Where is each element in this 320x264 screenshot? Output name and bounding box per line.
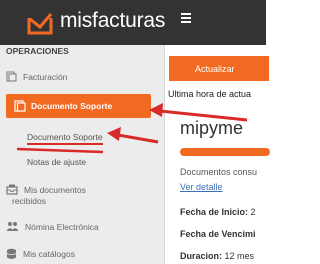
sidebar-item-documento-soporte[interactable]: Documento Soporte: [6, 94, 151, 118]
menu-icon[interactable]: [181, 13, 193, 25]
documents-consumed-label: Documentos consu: [180, 167, 258, 177]
sidebar-item-label: Documento Soporte: [31, 101, 113, 111]
start-date: Fecha de Inicio: 2: [180, 207, 256, 217]
duration-value: 12 mes: [224, 251, 255, 261]
sidebar-item-label: Mis documentos: [24, 184, 86, 195]
top-bar: misfacturas: [0, 0, 266, 45]
section-title-operaciones: OPERACIONES: [6, 46, 69, 56]
inbox-icon: [6, 184, 18, 195]
database-icon: [6, 248, 17, 259]
sidebar-item-mis-catalogos[interactable]: Mis catálogos: [6, 248, 75, 260]
sidebar-item-label: Nómina Electrónica: [25, 221, 99, 232]
users-icon: [6, 222, 19, 231]
invoice-icon: [6, 71, 17, 82]
sidebar-item-facturacion[interactable]: Facturación: [6, 71, 67, 82]
main-content: Actualizar Ultima hora de actua mipyme D…: [166, 45, 270, 264]
document-icon: [14, 100, 26, 112]
start-date-label: Fecha de Inicio:: [180, 207, 249, 217]
start-date-value: 2: [250, 207, 256, 217]
brand-name[interactable]: misfacturas: [60, 7, 165, 35]
sidebar-item-label: Facturación: [23, 71, 68, 82]
sidebar: OPERACIONES Facturación Documento Soport…: [0, 45, 165, 264]
sidebar-subitem-documento-soporte[interactable]: Documento Soporte: [27, 132, 103, 145]
sidebar-item-label-continued: recibidos: [12, 196, 47, 206]
sidebar-item-label: Mis catálogos: [23, 249, 75, 259]
last-update-label: Ultima hora de actua: [168, 89, 252, 99]
sidebar-subitem-notas-de-ajuste[interactable]: Notas de ajuste: [27, 157, 86, 167]
update-button[interactable]: Actualizar: [169, 56, 269, 81]
end-date-label: Fecha de Vencimi: [180, 229, 256, 239]
envelope-check-icon: [27, 13, 53, 35]
view-detail-link[interactable]: Ver detalle: [180, 182, 223, 192]
sidebar-item-nomina-electronica[interactable]: Nómina Electrónica: [6, 221, 99, 232]
duration: Duracion: 12 mes: [180, 251, 254, 261]
sidebar-item-mis-documentos[interactable]: Mis documentos: [6, 184, 86, 195]
end-date: Fecha de Vencimi: [180, 229, 256, 239]
usage-progress-bar: [180, 148, 270, 156]
plan-name: mipyme: [180, 118, 244, 138]
duration-label: Duracion:: [180, 251, 223, 261]
